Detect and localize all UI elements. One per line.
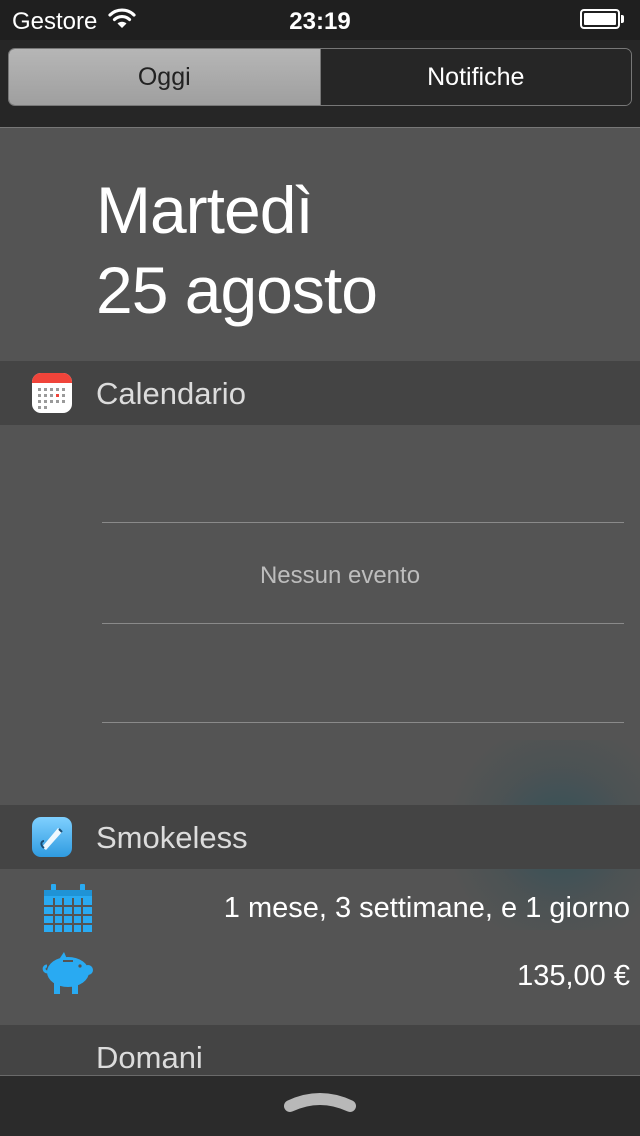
tomorrow-title: Domani <box>96 1040 203 1075</box>
calendar-line <box>102 722 624 723</box>
tab-oggi[interactable]: Oggi <box>9 49 320 105</box>
smokeless-app-icon <box>32 817 72 857</box>
divider <box>0 127 640 128</box>
calendar-line <box>102 623 624 624</box>
calendar-icon <box>44 884 92 932</box>
no-events-label: Nessun evento <box>259 562 421 589</box>
smokeless-section-header[interactable]: Smokeless <box>0 805 640 869</box>
day-month: 25 agosto <box>96 253 378 327</box>
smokeless-title: Smokeless <box>96 820 248 855</box>
tab-switcher: Oggi Notifiche <box>8 48 632 106</box>
weekday: Martedì <box>96 173 314 247</box>
piggy-bank-icon <box>42 952 93 994</box>
tab-notifiche[interactable]: Notifiche <box>319 49 631 105</box>
calendar-app-icon <box>32 373 72 413</box>
date-heading: Martedì 25 agosto <box>96 170 378 330</box>
battery-icon <box>580 9 624 31</box>
money-saved: 135,00 € <box>517 960 630 992</box>
calendar-line <box>102 522 624 523</box>
close-handle-icon[interactable] <box>284 1088 356 1118</box>
calendar-section-header[interactable]: Calendario <box>0 361 640 425</box>
clock: 23:19 <box>289 8 351 35</box>
status-bar: Gestore 23:19 <box>0 0 640 40</box>
calendar-title: Calendario <box>96 376 246 411</box>
smoke-free-duration: 1 mese, 3 settimane, e 1 giorno <box>223 892 630 924</box>
